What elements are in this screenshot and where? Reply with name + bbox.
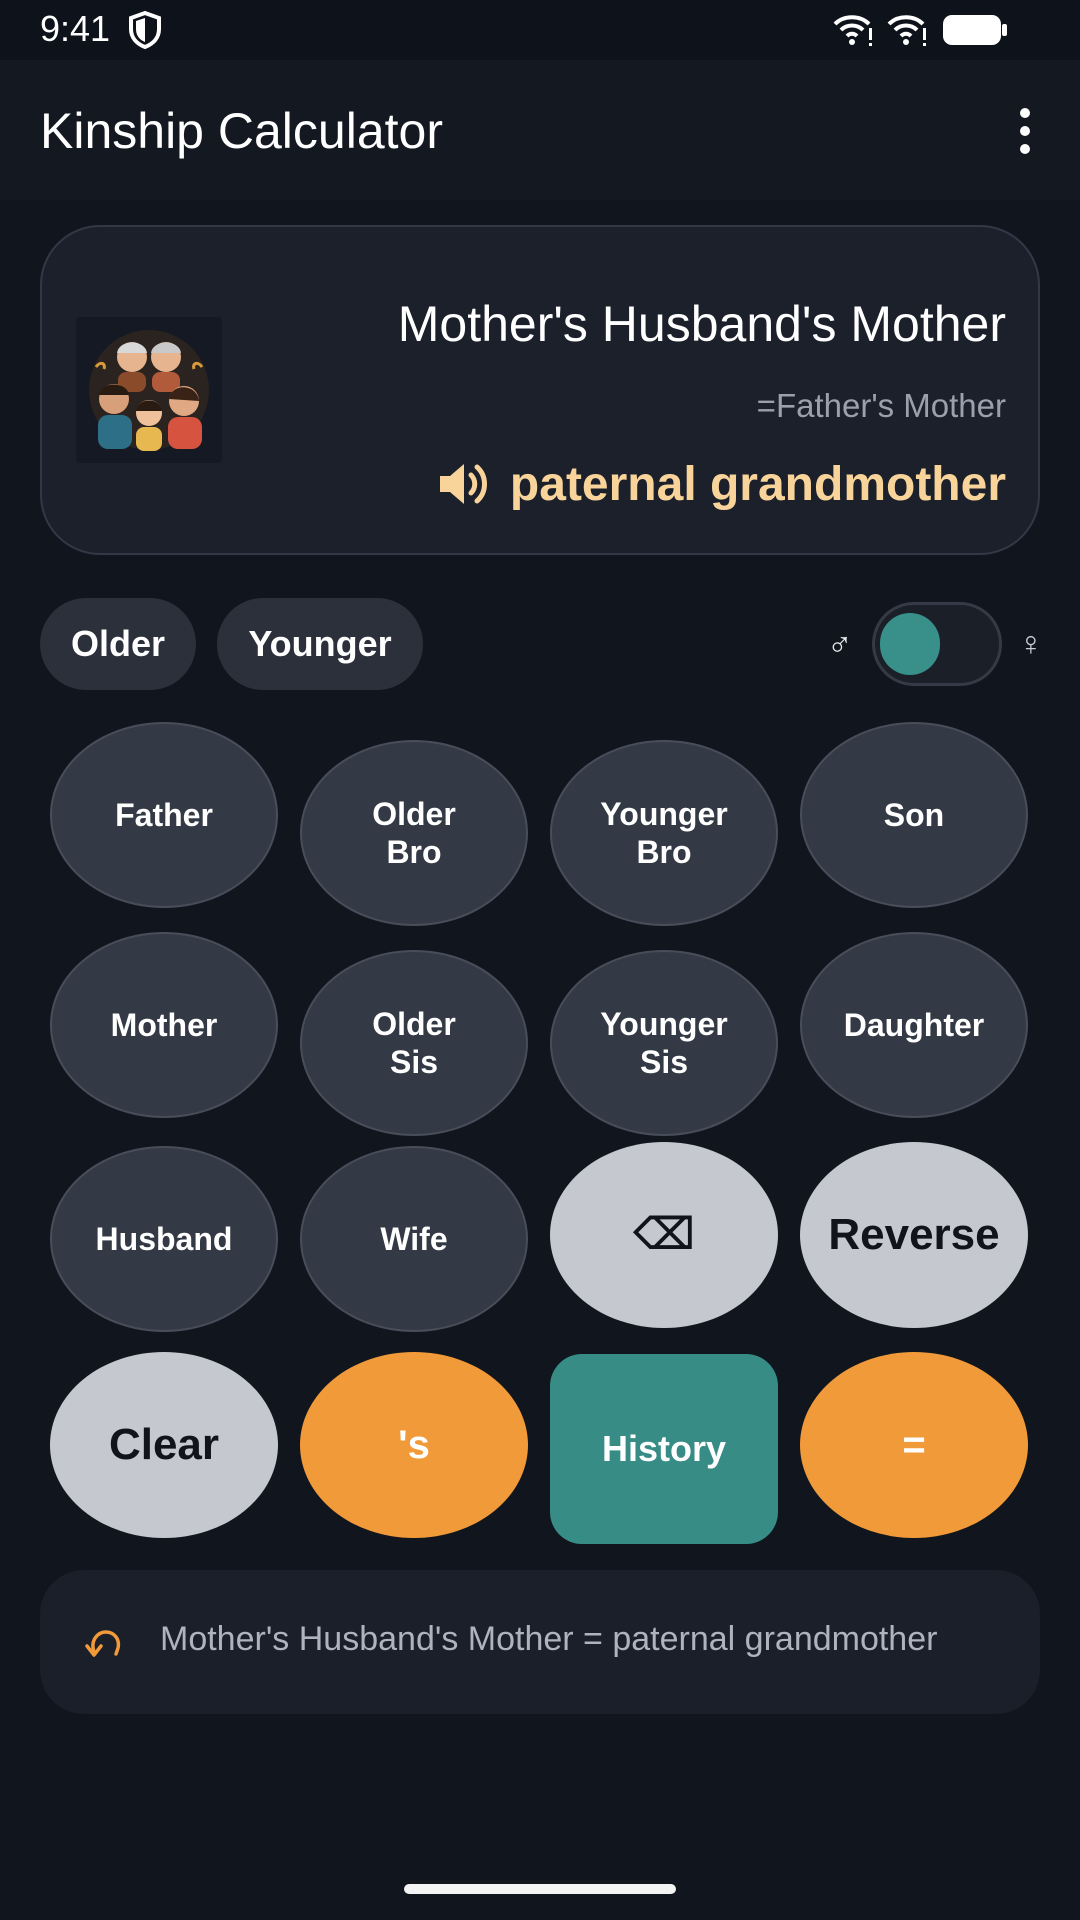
older-button[interactable]: Older: [40, 598, 196, 690]
app-title: Kinship Calculator: [40, 103, 443, 159]
key-label: Older Bro: [372, 795, 456, 870]
wifi-icon: [887, 15, 926, 46]
key-label: Younger Sis: [600, 1005, 728, 1080]
key-older-bro[interactable]: Older Bro: [300, 740, 528, 926]
shield-icon: [129, 10, 161, 50]
status-bar: 9:41: [0, 0, 1080, 60]
possessive-button[interactable]: 's: [300, 1352, 528, 1538]
key-husband[interactable]: Husband: [50, 1146, 278, 1332]
backspace-icon: ⌫: [632, 1209, 696, 1259]
key-wife[interactable]: Wife: [300, 1146, 528, 1332]
family-avatar-image: [76, 317, 222, 463]
younger-button[interactable]: Younger: [217, 598, 423, 690]
key-daughter[interactable]: Daughter: [800, 932, 1028, 1118]
expression-display: Mother's Husband's Mother: [397, 296, 1006, 352]
equivalent-display: =Father's Mother: [756, 387, 1006, 424]
undo-icon: [85, 1630, 121, 1657]
equals-button[interactable]: =: [800, 1352, 1028, 1538]
home-indicator[interactable]: [404, 1884, 676, 1894]
gender-toggle[interactable]: [872, 602, 1002, 686]
key-mother[interactable]: Mother: [50, 932, 278, 1118]
wifi-icon: [833, 15, 872, 46]
key-label: Older Sis: [372, 1005, 456, 1080]
battery-icon: [943, 15, 1007, 45]
result-card: Mother's Husband's Mother =Father's Moth…: [40, 225, 1040, 555]
key-son[interactable]: Son: [800, 722, 1028, 908]
speaker-icon[interactable]: [436, 456, 492, 512]
gender-toggle-knob: [880, 613, 940, 675]
key-younger-bro[interactable]: Younger Bro: [550, 740, 778, 926]
answer-display: paternal grandmother: [509, 457, 1006, 511]
history-button[interactable]: History: [550, 1354, 778, 1544]
history-text: Mother's Husband's Mother = paternal gra…: [160, 1620, 938, 1658]
backspace-button[interactable]: ⌫: [550, 1142, 778, 1328]
key-older-sis[interactable]: Older Sis: [300, 950, 528, 1136]
history-entry[interactable]: Mother's Husband's Mother = paternal gra…: [40, 1570, 1040, 1714]
status-time: 9:41: [40, 8, 111, 49]
clear-button[interactable]: Clear: [50, 1352, 278, 1538]
key-younger-sis[interactable]: Younger Sis: [550, 950, 778, 1136]
key-label: Younger Bro: [600, 795, 728, 870]
answer-row: paternal grandmother: [436, 449, 1006, 519]
female-symbol: ♀: [1018, 625, 1044, 663]
more-vert-icon[interactable]: [1008, 106, 1042, 156]
male-symbol: ♂: [827, 626, 853, 664]
reverse-button[interactable]: Reverse: [800, 1142, 1028, 1328]
key-father[interactable]: Father: [50, 722, 278, 908]
app-bar: Kinship Calculator: [0, 60, 1080, 200]
